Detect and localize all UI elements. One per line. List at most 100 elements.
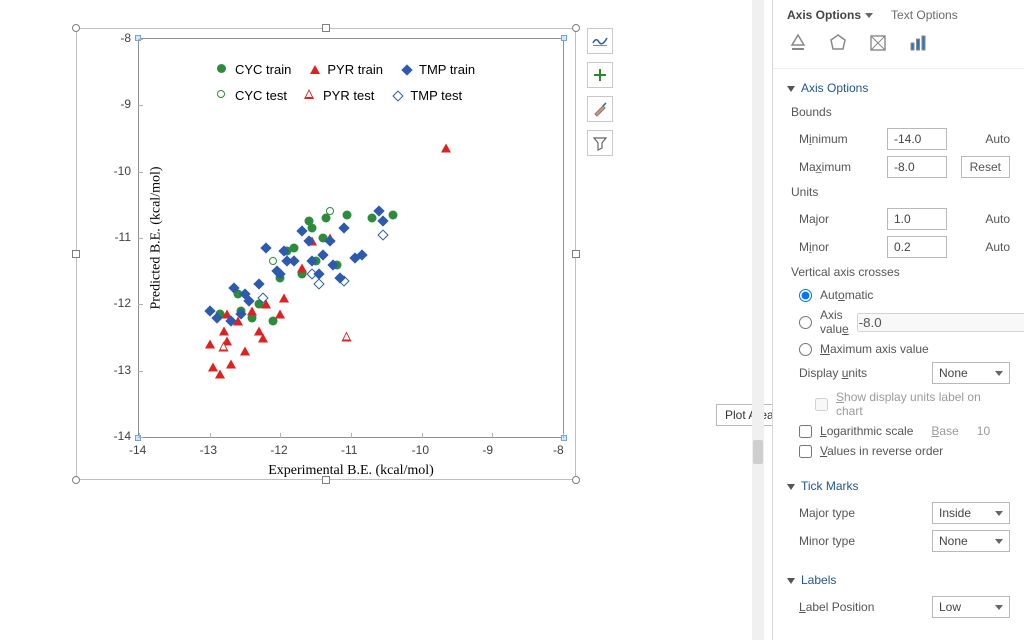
legend-item[interactable]: TMP test [392, 83, 462, 109]
data-point[interactable] [275, 310, 285, 319]
data-point[interactable] [377, 216, 388, 227]
chart-brush-button[interactable] [587, 96, 613, 122]
legend-label: TMP test [410, 83, 462, 109]
label-position-select[interactable]: Low [932, 596, 1010, 618]
chart-elements-button[interactable] [587, 62, 613, 88]
data-point[interactable] [308, 224, 317, 233]
data-point[interactable] [377, 229, 388, 240]
display-units-select[interactable]: None [932, 362, 1010, 384]
data-point[interactable] [247, 306, 257, 315]
crosses-value-radio[interactable] [799, 316, 812, 329]
data-point[interactable] [261, 242, 272, 253]
minor-auto[interactable]: Auto [985, 240, 1010, 254]
minor-type-label: Minor type [799, 534, 903, 548]
data-point[interactable] [297, 263, 307, 272]
data-point[interactable] [389, 210, 398, 219]
chart-styles-button[interactable] [587, 28, 613, 54]
legend-item[interactable]: PYR train [309, 57, 383, 83]
data-point[interactable] [240, 346, 250, 355]
minor-input[interactable] [887, 236, 947, 258]
tab-axis-options[interactable]: Axis Options [787, 8, 873, 22]
section-tick-marks[interactable]: Tick Marks [787, 473, 1010, 499]
major-type-label: Major type [799, 506, 903, 520]
data-point[interactable] [219, 343, 228, 352]
y-tick-label: -11 [103, 230, 131, 244]
data-point[interactable] [205, 340, 215, 349]
sel-handle-n[interactable] [322, 24, 330, 32]
data-point[interactable] [290, 243, 299, 252]
x-tick-label: -8 [553, 443, 564, 457]
axis-options-icon[interactable] [907, 32, 929, 54]
chevron-down-icon [995, 539, 1003, 544]
sel-handle-w[interactable] [72, 250, 80, 258]
data-point[interactable] [253, 279, 264, 290]
select-value: None [939, 366, 968, 380]
plotarea-handle[interactable] [135, 35, 141, 41]
x-axis-label[interactable]: Experimental B.E. (kcal/mol) [268, 463, 434, 479]
data-point[interactable] [338, 222, 349, 233]
data-point[interactable] [279, 293, 289, 302]
scrollbar-thumb[interactable] [753, 440, 763, 464]
legend-label: CYC train [235, 57, 291, 83]
select-value: None [939, 534, 968, 548]
effects-icon[interactable] [827, 32, 849, 54]
legend-item[interactable]: TMP train [401, 57, 475, 83]
min-auto[interactable]: Auto [985, 132, 1010, 146]
display-units-label: Display units [799, 366, 903, 380]
section-labels[interactable]: Labels [787, 567, 1010, 593]
chart-filter-button[interactable] [587, 130, 613, 156]
sel-handle-sw[interactable] [72, 476, 80, 484]
y-tick-label: -13 [103, 363, 131, 377]
log-base-value: 10 [977, 424, 990, 438]
data-point[interactable] [215, 369, 225, 378]
major-auto[interactable]: Auto [985, 212, 1010, 226]
fill-line-icon[interactable] [787, 32, 809, 54]
x-tick-label: -14 [129, 443, 146, 457]
plotarea-handle[interactable] [561, 435, 567, 441]
minor-type-select[interactable]: None [932, 530, 1010, 552]
data-point[interactable] [226, 360, 236, 369]
plotarea-handle[interactable] [135, 435, 141, 441]
y-axis-label[interactable]: Predicted B.E. (kcal/mol) [149, 166, 165, 309]
data-point[interactable] [296, 226, 307, 237]
sel-handle-ne[interactable] [572, 24, 580, 32]
crosses-label: Vertical axis crosses [787, 261, 1010, 285]
data-point[interactable] [368, 214, 377, 223]
vertical-scrollbar[interactable] [752, 0, 764, 640]
legend-item[interactable]: CYC test [217, 83, 287, 109]
section-number[interactable]: Number [787, 633, 1010, 640]
min-input[interactable] [887, 128, 947, 150]
major-type-select[interactable]: Inside [932, 502, 1010, 524]
crosses-max-radio[interactable] [799, 343, 812, 356]
legend[interactable]: CYC train PYR train TMP train CYC test P… [217, 57, 557, 109]
sel-handle-nw[interactable] [72, 24, 80, 32]
section-axis-options[interactable]: Axis Options [787, 75, 1010, 101]
size-properties-icon[interactable] [867, 32, 889, 54]
data-point[interactable] [343, 332, 352, 341]
data-point[interactable] [219, 326, 229, 335]
data-point[interactable] [326, 207, 334, 215]
crosses-value-input[interactable] [857, 313, 1024, 332]
x-tick-label: -13 [200, 443, 217, 457]
legend-item[interactable]: CYC train [217, 57, 291, 83]
section-title: Axis Options [801, 81, 868, 95]
reverse-checkbox[interactable] [799, 445, 812, 458]
max-input[interactable] [887, 156, 947, 178]
data-point[interactable] [269, 257, 277, 265]
data-point[interactable] [258, 333, 268, 342]
max-reset-button[interactable]: Reset [961, 156, 1010, 178]
crosses-auto-radio[interactable] [799, 289, 812, 302]
chart-object[interactable]: CYC train PYR train TMP train CYC test P… [76, 28, 576, 488]
data-point[interactable] [441, 144, 451, 153]
plot-area[interactable]: CYC train PYR train TMP train CYC test P… [138, 38, 564, 438]
major-input[interactable] [887, 208, 947, 230]
data-point[interactable] [343, 210, 352, 219]
data-point[interactable] [314, 279, 325, 290]
sel-handle-se[interactable] [572, 476, 580, 484]
tab-text-options[interactable]: Text Options [891, 8, 958, 22]
plotarea-handle[interactable] [561, 35, 567, 41]
legend-item[interactable]: PYR test [305, 83, 374, 109]
sel-handle-e[interactable] [572, 250, 580, 258]
chart-tools [587, 28, 615, 164]
log-scale-checkbox[interactable] [799, 425, 812, 438]
